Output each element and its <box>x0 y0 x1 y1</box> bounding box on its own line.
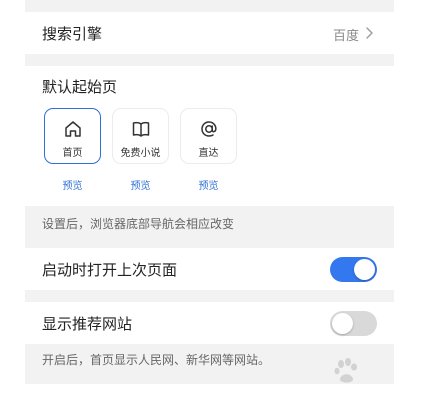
preview-link-home[interactable]: 预览 <box>44 177 101 192</box>
recommended-sites-hint-text: 开启后，首页显示人民网、新华网等网站。 <box>42 353 271 367</box>
default-homepage-title: 默认起始页 <box>42 78 118 96</box>
chevron-right-icon <box>366 27 373 39</box>
next-settings-row[interactable] <box>25 384 394 400</box>
homepage-option-direct[interactable]: 直达 <box>180 108 237 164</box>
toggle-knob <box>354 259 375 280</box>
recommended-sites-row: 显示推荐网站 <box>25 302 394 344</box>
restore-last-page-toggle[interactable] <box>330 257 377 282</box>
at-sign-icon <box>200 121 217 137</box>
restore-last-page-row: 启动时打开上次页面 <box>25 248 394 290</box>
default-homepage-card: 默认起始页 首页 免费小说 直达 预览 预览 预览 <box>25 66 394 206</box>
search-engine-label: 搜索引擎 <box>42 25 103 43</box>
book-icon <box>132 121 149 137</box>
toggle-knob <box>332 313 353 334</box>
homepage-hint-text: 设置后，浏览器底部导航会相应改变 <box>42 217 235 231</box>
homepage-option-free-novel[interactable]: 免费小说 <box>112 108 169 164</box>
homepage-option-label: 首页 <box>62 148 83 159</box>
preview-link-direct[interactable]: 预览 <box>180 177 237 192</box>
search-engine-row[interactable]: 搜索引擎 百度 <box>25 12 394 54</box>
search-engine-value: 百度 <box>332 29 359 44</box>
homepage-option-label: 免费小说 <box>120 148 161 159</box>
settings-screen: 搜索引擎 百度 默认起始页 首页 免费小说 直达 预览 预览 预览 设置后，浏览… <box>25 0 394 400</box>
homepage-option-home[interactable]: 首页 <box>44 108 101 164</box>
restore-last-page-label: 启动时打开上次页面 <box>42 261 178 279</box>
recommended-sites-label: 显示推荐网站 <box>42 315 133 333</box>
homepage-option-label: 直达 <box>198 148 219 159</box>
preview-link-free-novel[interactable]: 预览 <box>112 177 169 192</box>
recommended-sites-toggle[interactable] <box>330 311 377 336</box>
home-icon <box>64 121 81 137</box>
baidu-paw-watermark-icon <box>334 358 357 383</box>
